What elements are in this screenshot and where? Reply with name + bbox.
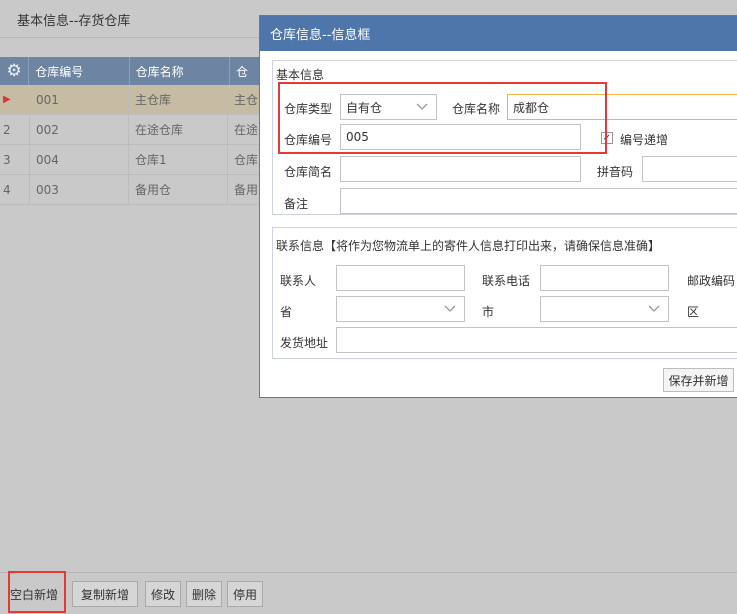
auto-increment-label: 编号递增 xyxy=(620,133,669,147)
chevron-down-icon xyxy=(648,305,660,312)
contact-person-label: 联系人 xyxy=(280,274,317,288)
gear-icon[interactable]: ⚙ xyxy=(0,57,30,85)
bottom-divider xyxy=(0,572,737,573)
short-name-label: 仓库简名 xyxy=(284,165,333,179)
cell-name: 主仓库 xyxy=(129,85,228,114)
warehouse-type-label: 仓库类型 xyxy=(284,102,333,116)
cell-name: 仓库1 xyxy=(129,145,228,174)
warehouse-type-value: 自有仓 xyxy=(346,100,383,115)
table-row[interactable]: 3 004 仓库1 仓库 xyxy=(0,145,270,175)
warehouse-name-label: 仓库名称 xyxy=(452,102,501,116)
province-label: 省 xyxy=(280,305,293,319)
cell-code: 004 xyxy=(30,145,129,174)
copy-add-button[interactable]: 复制新增 xyxy=(72,581,138,607)
remark-input[interactable] xyxy=(340,188,737,214)
row-index: 3 xyxy=(0,145,30,174)
warehouse-grid: ⚙ 仓库编号 仓库名称 仓 ▶ 001 主仓库 主仓 2 002 在途仓库 在途… xyxy=(0,57,270,205)
grid-header: ⚙ 仓库编号 仓库名称 仓 xyxy=(0,57,270,85)
column-header-name[interactable]: 仓库名称 xyxy=(130,57,231,85)
row-selected-marker: ▶ xyxy=(0,85,30,114)
contact-phone-label: 联系电话 xyxy=(482,274,531,288)
chevron-down-icon xyxy=(416,103,428,110)
table-row[interactable]: 4 003 备用仓 备用 xyxy=(0,175,270,205)
warehouse-code-input[interactable] xyxy=(340,124,581,150)
city-select[interactable] xyxy=(540,296,669,322)
blank-add-button[interactable]: 空白新增 xyxy=(4,581,64,607)
cell-code: 003 xyxy=(30,175,129,204)
short-name-input[interactable] xyxy=(340,156,581,182)
remark-label: 备注 xyxy=(284,197,309,211)
address-label: 发货地址 xyxy=(280,336,329,350)
cell-code: 002 xyxy=(30,115,129,144)
address-input[interactable] xyxy=(336,327,737,353)
province-select[interactable] xyxy=(336,296,465,322)
table-row[interactable]: 2 002 在途仓库 在途 xyxy=(0,115,270,145)
contact-person-input[interactable] xyxy=(336,265,465,291)
cell-name: 备用仓 xyxy=(129,175,228,204)
city-label: 市 xyxy=(482,305,495,319)
column-header-code[interactable]: 仓库编号 xyxy=(29,57,130,85)
delete-button[interactable]: 删除 xyxy=(186,581,222,607)
chevron-down-icon xyxy=(444,305,456,312)
check-icon: ✓ xyxy=(602,132,612,144)
cell-name: 在途仓库 xyxy=(129,115,228,144)
postcode-label: 邮政编码 xyxy=(687,274,736,288)
warehouse-dialog: 仓库信息--信息框 基本信息 仓库类型 自有仓 仓库名称 仓库编号 ✓ 编号递增… xyxy=(259,15,737,398)
edit-button[interactable]: 修改 xyxy=(145,581,181,607)
warehouse-name-input[interactable] xyxy=(507,94,737,120)
warehouse-type-select[interactable]: 自有仓 xyxy=(340,94,437,120)
cell-code: 001 xyxy=(30,85,129,114)
pinyin-label: 拼音码 xyxy=(597,165,634,179)
basic-info-legend: 基本信息 xyxy=(276,68,325,82)
contact-info-legend: 联系信息【将作为您物流单上的寄件人信息打印出来，请确保信息准确】 xyxy=(276,239,661,253)
district-label: 区 xyxy=(687,305,700,319)
table-row[interactable]: ▶ 001 主仓库 主仓 xyxy=(0,85,270,115)
pinyin-input[interactable] xyxy=(642,156,737,182)
warehouse-code-label: 仓库编号 xyxy=(284,133,333,147)
auto-increment-checkbox[interactable]: ✓ xyxy=(601,132,613,144)
page-title: 基本信息--存货仓库 xyxy=(17,14,131,29)
dialog-title[interactable]: 仓库信息--信息框 xyxy=(260,16,737,51)
save-and-new-button[interactable]: 保存并新增 xyxy=(663,368,734,392)
row-index: 4 xyxy=(0,175,30,204)
row-index: 2 xyxy=(0,115,30,144)
disable-button[interactable]: 停用 xyxy=(227,581,263,607)
contact-phone-input[interactable] xyxy=(540,265,669,291)
